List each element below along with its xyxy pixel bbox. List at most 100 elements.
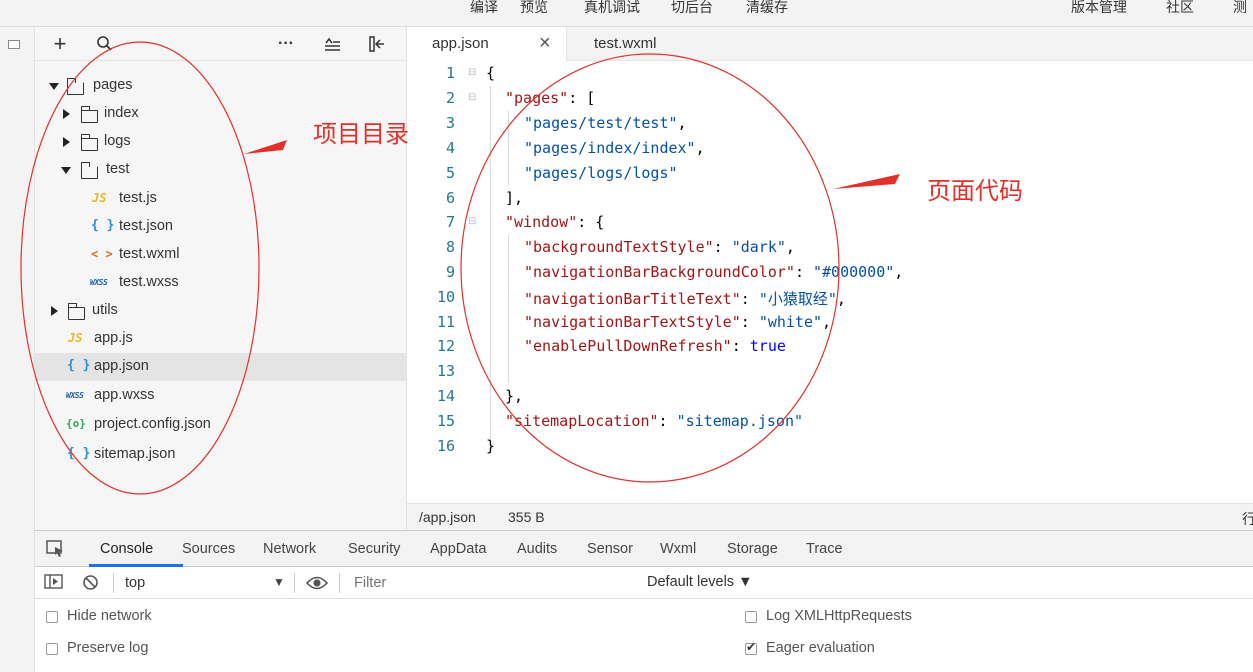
remote-debug-button[interactable]: 真机调试 (584, 0, 640, 16)
chevron-down-icon[interactable]: ▼ (273, 575, 285, 589)
code-line-2: "pages": [ (505, 89, 596, 107)
code-line-9: "navigationBarBackgroundColor": "#000000… (524, 263, 904, 281)
code-editor[interactable]: ⊟ ⊟ ⊟ 1 2 3 4 5 6 7 8 9 10 11 12 13 14 1… (407, 61, 1253, 503)
tree-folder-utils[interactable]: utils (35, 297, 407, 325)
hide-network-checkbox[interactable] (46, 611, 58, 623)
config-file-icon: {o} (66, 417, 86, 430)
search-icon[interactable] (92, 31, 118, 57)
fold-icon[interactable]: ⊟ (468, 67, 476, 78)
toggle-sidebar-icon[interactable] (44, 574, 64, 593)
tree-file-sitemap-json[interactable]: { } sitemap.json (35, 441, 407, 469)
tab-audits[interactable]: Audits (517, 541, 557, 557)
tree-file-project-config[interactable]: {o} project.config.json (35, 411, 407, 439)
line-number: 2 (445, 89, 455, 107)
indent-guide (508, 111, 509, 185)
json-file-icon: { } (91, 218, 115, 233)
tree-item-label: index (104, 105, 139, 121)
tab-appdata[interactable]: AppData (430, 541, 486, 557)
tree-file-test-wxss[interactable]: WXSS test.wxss (35, 269, 407, 297)
tree-file-test-json[interactable]: { } test.json (35, 213, 407, 241)
more-icon[interactable]: ··· (273, 31, 299, 57)
tree-item-label: test.js (119, 190, 157, 206)
filter-input[interactable] (346, 571, 636, 595)
preserve-log-checkbox[interactable] (46, 643, 58, 655)
tab-security[interactable]: Security (348, 541, 400, 557)
line-number: 5 (445, 164, 455, 182)
tab-label: test.wxml (594, 35, 657, 52)
add-file-icon[interactable]: + (47, 31, 73, 57)
tree-folder-logs[interactable]: logs (35, 128, 407, 156)
context-selector[interactable]: top (125, 575, 145, 591)
eager-evaluation-checkbox[interactable] (745, 640, 757, 655)
version-management-button[interactable]: 版本管理 (1071, 0, 1127, 16)
tree-folder-pages[interactable]: pages (35, 72, 407, 100)
line-number: 9 (445, 263, 455, 281)
collapse-all-icon[interactable] (319, 31, 345, 57)
folder-icon (80, 106, 98, 123)
tab-label: app.json (432, 35, 489, 52)
toggle-sidebar-icon[interactable] (365, 31, 391, 57)
window-icon[interactable] (8, 40, 20, 49)
fold-icon[interactable]: ⊟ (468, 92, 476, 103)
log-xhr-checkbox[interactable] (745, 611, 757, 623)
tree-item-label: app.json (94, 358, 149, 374)
console-toolbar: top ▼ Default levels ▼ (35, 567, 1253, 599)
code-line-3: "pages/test/test", (524, 114, 687, 132)
fold-icon[interactable]: ⊟ (468, 216, 476, 227)
wxss-file-icon: WXSS (66, 391, 84, 400)
separator (294, 573, 295, 593)
code-line-7: "window": { (505, 213, 605, 231)
tree-folder-test[interactable]: test (35, 156, 407, 184)
community-button[interactable]: 社区 (1166, 0, 1194, 16)
tab-sources[interactable]: Sources (182, 541, 235, 557)
line-number: 15 (436, 412, 455, 430)
line-number: 14 (436, 387, 455, 405)
line-number: 11 (436, 313, 455, 331)
tree-item-label: project.config.json (94, 416, 211, 432)
clear-console-icon[interactable] (82, 574, 99, 594)
tab-app-json[interactable]: app.json × (407, 27, 567, 62)
line-number: 6 (445, 189, 455, 207)
preview-button[interactable]: 预览 (520, 0, 548, 16)
tree-file-app-json[interactable]: { } app.json (35, 353, 407, 381)
expanded-arrow-icon (61, 167, 71, 174)
clear-cache-button[interactable]: 清缓存 (746, 0, 788, 16)
tree-item-label: test.wxml (119, 246, 180, 262)
tree-file-app-js[interactable]: JS app.js (35, 325, 407, 353)
tree-file-app-wxss[interactable]: WXSS app.wxss (35, 382, 407, 410)
activity-bar (0, 27, 35, 672)
editor-tabs: app.json × test.wxml (407, 27, 1253, 62)
js-file-icon: JS (68, 331, 83, 345)
collapsed-arrow-icon (51, 306, 58, 316)
close-icon[interactable]: × (539, 32, 551, 55)
tab-trace[interactable]: Trace (806, 541, 843, 557)
line-number: 1 (445, 64, 455, 82)
tree-item-label: app.wxss (94, 387, 155, 403)
tab-test-wxml[interactable]: test.wxml (567, 27, 727, 61)
tab-wxml[interactable]: Wxml (660, 541, 696, 557)
test-button[interactable]: 测 (1233, 0, 1247, 16)
log-xhr-label: Log XMLHttpRequests (766, 608, 912, 624)
tab-storage[interactable]: Storage (727, 541, 778, 557)
top-toolbar: 编译 预览 真机调试 切后台 清缓存 版本管理 社区 测 (0, 0, 1253, 27)
eye-icon[interactable] (305, 575, 329, 594)
log-levels-dropdown[interactable]: Default levels ▼ (647, 574, 752, 590)
code-line-14: }, (505, 387, 524, 405)
tree-file-test-js[interactable]: JS test.js (35, 185, 407, 213)
tree-item-label: test.json (119, 218, 173, 234)
eager-evaluation-label: Eager evaluation (766, 640, 875, 656)
line-number: 3 (445, 114, 455, 132)
background-button[interactable]: 切后台 (671, 0, 713, 16)
tree-item-label: app.js (94, 330, 133, 346)
inspect-element-icon[interactable] (46, 540, 66, 561)
line-number: 13 (436, 362, 455, 380)
tree-folder-index[interactable]: index (35, 100, 407, 128)
tree-file-test-wxml[interactable]: < > test.wxml (35, 241, 407, 269)
code-line-16: } (486, 437, 496, 455)
tab-network[interactable]: Network (263, 541, 316, 557)
devtools-panel: Console Sources Network Security AppData… (35, 530, 1253, 672)
tab-console[interactable]: Console (100, 541, 153, 557)
folder-icon (80, 134, 98, 151)
tab-sensor[interactable]: Sensor (587, 541, 633, 557)
compile-button[interactable]: 编译 (470, 0, 498, 16)
